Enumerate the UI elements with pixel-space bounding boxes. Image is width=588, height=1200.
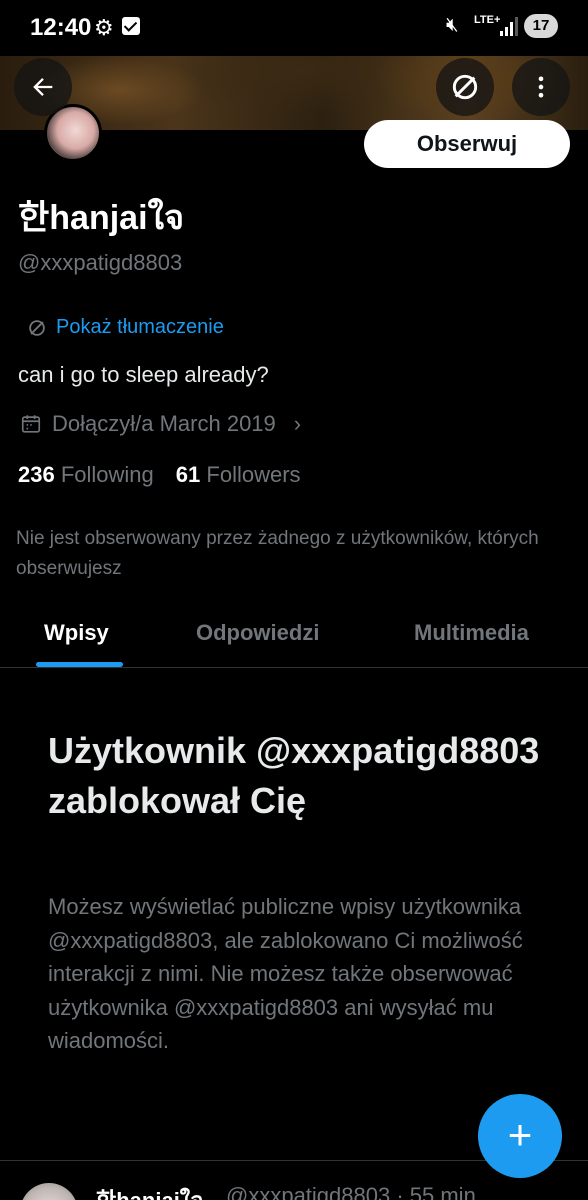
show-translation-link[interactable]: Pokaż tłumaczenie <box>26 316 224 339</box>
join-date: Dołączył/a March 2019 <box>52 411 276 436</box>
tab-media[interactable]: Multimedia <box>414 620 529 646</box>
username-handle: @xxxpatigd8803 <box>18 250 183 275</box>
network-label: LTE+ <box>474 14 501 26</box>
more-vertical-icon <box>538 76 544 98</box>
more-options-button[interactable] <box>512 58 570 116</box>
followers-count: 61 <box>175 462 201 487</box>
compose-button[interactable]: + <box>478 1094 562 1178</box>
back-button[interactable] <box>14 58 72 116</box>
join-date-row[interactable]: Dołączył/a March 2019 › <box>20 411 301 437</box>
calendar-icon <box>21 415 41 433</box>
chevron-right-icon: › <box>293 411 302 436</box>
following-link[interactable]: 236 Following <box>18 462 154 487</box>
profile-bio: can i go to sleep already? <box>18 362 269 387</box>
arrow-left-icon <box>33 78 53 96</box>
follow-stats: 236 Following 61 Followers <box>18 462 301 488</box>
settings-gear-icon: ⚙ <box>94 15 114 40</box>
tweet-author-name: 한hanjaiใจ <box>96 1183 203 1200</box>
show-translation-label: Pokaż tłumaczenie <box>56 316 224 338</box>
mutual-followers-note: Nie jest obserwowany przez żadnego z uży… <box>16 528 539 579</box>
active-tab-indicator <box>36 662 123 667</box>
followers-label: Followers <box>206 462 301 487</box>
status-time: 12:40 <box>30 14 92 41</box>
followers-link[interactable]: 61 Followers <box>176 462 301 487</box>
following-label: Following <box>60 462 154 487</box>
profile-tabs: Wpisy Odpowiedzi Multimedia <box>0 606 588 668</box>
tab-posts[interactable]: Wpisy <box>44 620 109 646</box>
display-name: 한hanjaiใจ <box>18 199 185 237</box>
status-bar: 12:40 ⚙ 🔇︎ LTE+ 17 <box>0 0 588 56</box>
tweet-avatar[interactable] <box>20 1183 78 1200</box>
translate-icon <box>29 319 45 336</box>
blocked-notice-title: Użytkownik @xxxpatigd8803 zablokował Cię <box>48 730 540 821</box>
tweet-meta: @xxxpatigd8803 · 55 min <box>226 1183 476 1200</box>
following-count: 236 <box>18 462 55 487</box>
battery-indicator: 17 <box>524 14 558 38</box>
translate-button[interactable] <box>436 58 494 116</box>
blocked-notice-body: Możesz wyświetlać publiczne wpisy użytko… <box>48 894 523 1053</box>
tab-replies[interactable]: Odpowiedzi <box>196 620 319 646</box>
signal-icon <box>500 16 518 36</box>
mute-icon: 🔇︎ <box>446 14 459 36</box>
translate-icon <box>452 74 478 100</box>
follow-button[interactable]: Obserwuj <box>364 120 570 168</box>
notification-check-icon <box>122 17 140 35</box>
